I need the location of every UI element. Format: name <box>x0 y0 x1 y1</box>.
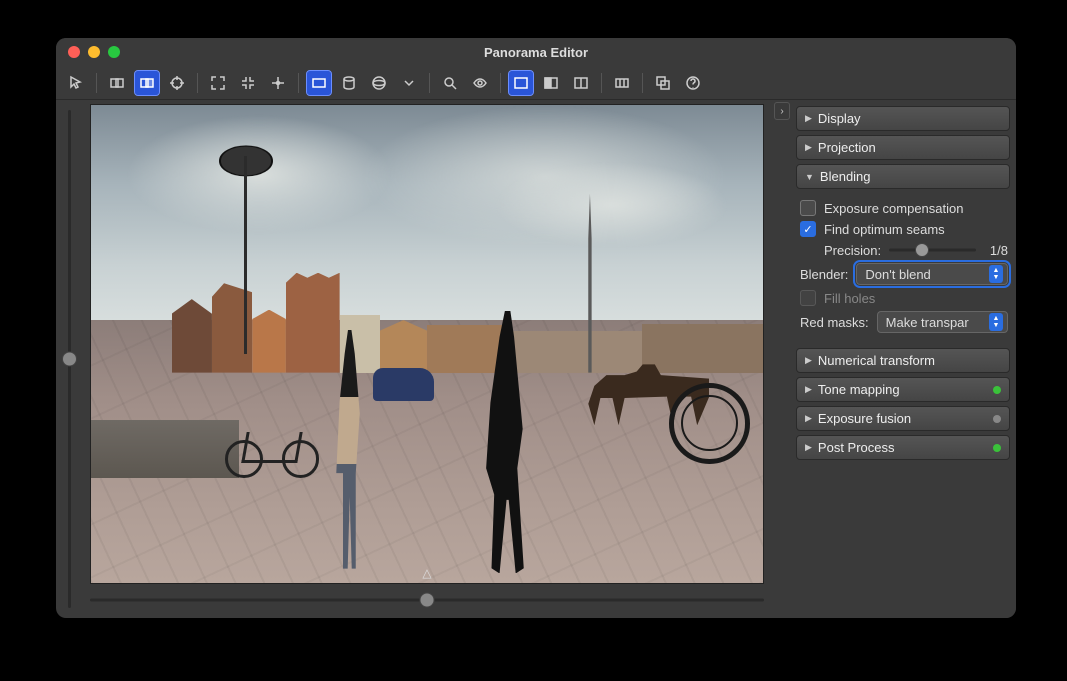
full-screen-icon[interactable] <box>509 71 533 95</box>
center-area: △ <box>82 100 772 618</box>
section-post-process[interactable]: ▶ Post Process <box>796 435 1010 460</box>
find-seams-checkbox[interactable]: ✓ <box>800 221 816 237</box>
divider <box>298 73 299 93</box>
section-exposure-fusion[interactable]: ▶ Exposure fusion <box>796 406 1010 431</box>
panorama-image <box>91 105 763 583</box>
find-seams-row: ✓ Find optimum seams <box>800 221 1008 237</box>
status-dot-icon <box>993 415 1001 423</box>
crop-ratio-icon[interactable] <box>610 71 634 95</box>
fit-icon[interactable] <box>206 71 230 95</box>
chevron-right-icon: ▶ <box>805 113 812 124</box>
windows-icon[interactable] <box>651 71 675 95</box>
divider <box>642 73 643 93</box>
section-projection[interactable]: ▶ Projection <box>796 135 1010 160</box>
blending-body: Exposure compensation ✓ Find optimum sea… <box>796 189 1010 344</box>
projection-dropdown-icon[interactable] <box>397 71 421 95</box>
section-numerical-transform[interactable]: ▶ Numerical transform <box>796 348 1010 373</box>
precision-value: 1/8 <box>984 243 1008 258</box>
side-panel: ▶ Display ▶ Projection ▼ Blending Exposu… <box>790 100 1016 618</box>
toolbar <box>56 66 1016 100</box>
book-view-icon[interactable] <box>569 71 593 95</box>
close-icon[interactable] <box>68 46 80 58</box>
panorama-editor-window: Panorama Editor <box>56 38 1016 618</box>
chevron-right-icon: ▶ <box>805 142 812 153</box>
red-masks-value: Make transpar <box>886 315 983 330</box>
cylinder-projection-icon[interactable] <box>337 71 361 95</box>
chevron-right-icon: ▶ <box>805 442 812 453</box>
window-controls <box>68 46 120 58</box>
section-label: Projection <box>818 140 876 155</box>
chevron-down-icon: ▼ <box>805 172 814 182</box>
overlap-icon[interactable] <box>105 71 129 95</box>
status-dot-icon <box>993 386 1001 394</box>
rect-projection-icon[interactable] <box>307 71 331 95</box>
panel-gutter: › <box>772 100 790 618</box>
horizontal-slider[interactable] <box>90 588 764 612</box>
titlebar[interactable]: Panorama Editor <box>56 38 1016 66</box>
center-marker-icon: △ <box>422 566 431 580</box>
chevron-right-icon: ▶ <box>805 355 812 366</box>
divider <box>197 73 198 93</box>
precision-slider[interactable] <box>889 242 976 258</box>
section-label: Post Process <box>818 440 895 455</box>
divider <box>601 73 602 93</box>
vertical-slider[interactable] <box>56 100 82 618</box>
maximize-icon[interactable] <box>108 46 120 58</box>
section-label: Tone mapping <box>818 382 900 397</box>
exposure-comp-row: Exposure compensation <box>800 200 1008 216</box>
split-half-icon[interactable] <box>539 71 563 95</box>
status-dot-icon <box>993 444 1001 452</box>
section-display[interactable]: ▶ Display <box>796 106 1010 131</box>
red-masks-label: Red masks: <box>800 315 869 330</box>
chevron-right-icon: › <box>780 106 783 117</box>
red-masks-row: Red masks: Make transpar ▲▼ <box>800 311 1008 333</box>
shrink-icon[interactable] <box>236 71 260 95</box>
select-updown-icon: ▲▼ <box>989 313 1003 331</box>
sphere-projection-icon[interactable] <box>367 71 391 95</box>
blender-label: Blender: <box>800 267 848 282</box>
crosshair-icon[interactable] <box>165 71 189 95</box>
fill-holes-row: Fill holes <box>800 290 1008 306</box>
vertical-slider-thumb[interactable] <box>62 352 77 367</box>
section-label: Numerical transform <box>818 353 935 368</box>
red-masks-select[interactable]: Make transpar ▲▼ <box>877 311 1008 333</box>
horizontal-slider-thumb[interactable] <box>420 593 435 608</box>
precision-row: Precision: 1/8 <box>800 242 1008 258</box>
zoom-icon[interactable] <box>438 71 462 95</box>
eye-icon[interactable] <box>468 71 492 95</box>
divider <box>429 73 430 93</box>
blender-row: Blender: Don't blend ▲▼ <box>800 263 1008 285</box>
divider <box>500 73 501 93</box>
section-label: Exposure fusion <box>818 411 911 426</box>
minimize-icon[interactable] <box>88 46 100 58</box>
center-icon[interactable] <box>266 71 290 95</box>
divider <box>96 73 97 93</box>
blender-select[interactable]: Don't blend ▲▼ <box>856 263 1008 285</box>
precision-label: Precision: <box>824 243 881 258</box>
chevron-right-icon: ▶ <box>805 413 812 424</box>
section-label: Blending <box>820 169 871 184</box>
exposure-comp-label: Exposure compensation <box>824 201 963 216</box>
section-blending[interactable]: ▼ Blending <box>796 164 1010 189</box>
panorama-canvas[interactable]: △ <box>90 104 764 584</box>
section-tone-mapping[interactable]: ▶ Tone mapping <box>796 377 1010 402</box>
collapse-panel-button[interactable]: › <box>774 102 790 120</box>
cursor-tool-icon[interactable] <box>64 71 88 95</box>
overlap-active-icon[interactable] <box>135 71 159 95</box>
find-seams-label: Find optimum seams <box>824 222 945 237</box>
exposure-comp-checkbox[interactable] <box>800 200 816 216</box>
window-title: Panorama Editor <box>484 45 588 60</box>
chevron-right-icon: ▶ <box>805 384 812 395</box>
fill-holes-label: Fill holes <box>824 291 875 306</box>
editor-body: △ › ▶ Display ▶ Projection ▼ Blend <box>56 100 1016 618</box>
section-label: Display <box>818 111 861 126</box>
fill-holes-checkbox <box>800 290 816 306</box>
blender-value: Don't blend <box>865 267 983 282</box>
help-icon[interactable] <box>681 71 705 95</box>
select-updown-icon: ▲▼ <box>989 265 1003 283</box>
